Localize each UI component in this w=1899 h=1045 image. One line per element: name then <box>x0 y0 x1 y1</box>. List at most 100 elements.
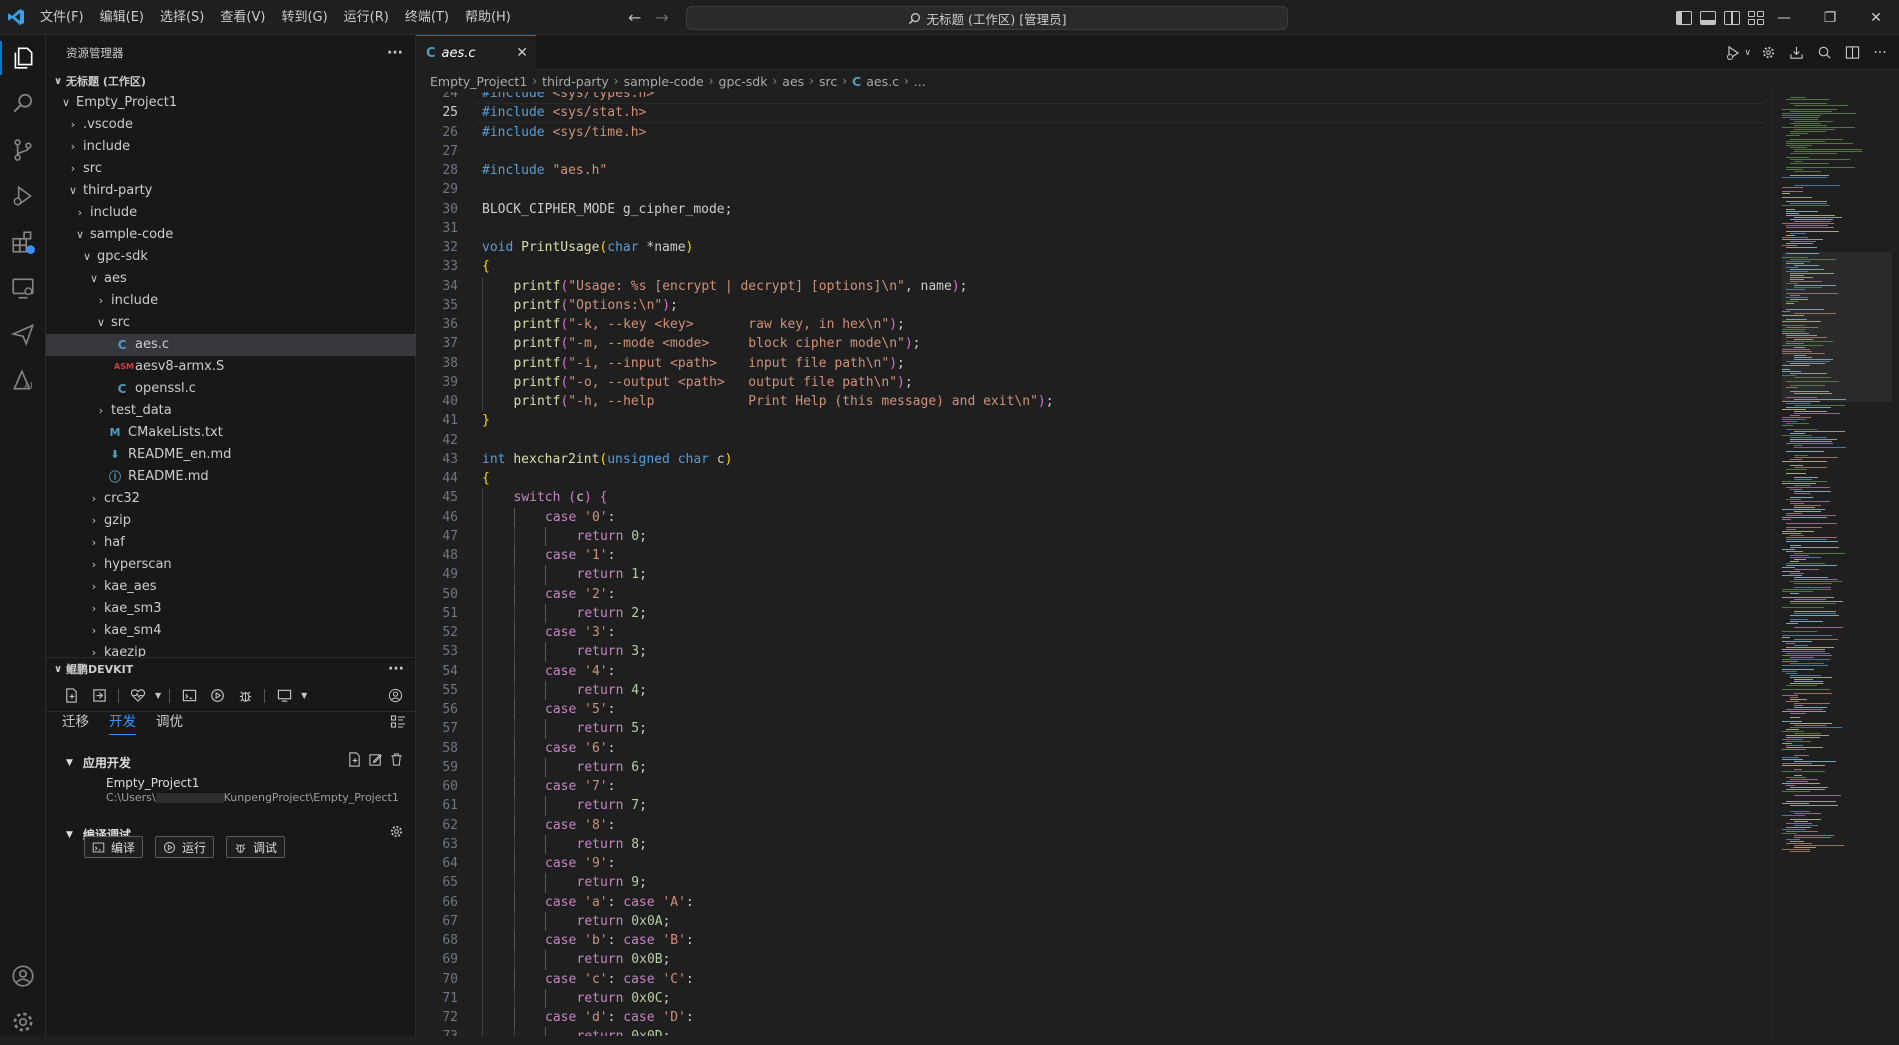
debug-button[interactable]: 调试 <box>226 836 286 858</box>
forward-arrow-icon[interactable]: → <box>655 8 668 27</box>
compile-icon[interactable] <box>178 685 200 707</box>
minimap-slider[interactable] <box>1782 252 1892 402</box>
toggle-secondary-sidebar-icon[interactable] <box>1724 10 1740 25</box>
tree-folder[interactable]: › kae_sm4 <box>46 620 416 642</box>
download-icon[interactable] <box>1785 42 1807 64</box>
minimize-window-icon[interactable]: — <box>1761 0 1807 35</box>
breadcrumb-item[interactable]: sample-code <box>624 74 704 89</box>
menu-edit[interactable]: 编辑(E) <box>92 0 152 35</box>
menu-file[interactable]: 文件(F) <box>32 0 92 35</box>
devkit-list-view-icon[interactable] <box>390 714 406 734</box>
tree-folder[interactable]: ∨ Empty_Project1 <box>46 92 416 114</box>
kunpeng-devkit-icon[interactable] <box>0 311 46 357</box>
breadcrumb-item[interactable]: third-party <box>542 74 609 89</box>
tree-folder[interactable]: ∨ gpc-sdk <box>46 246 416 268</box>
settings-gear-icon[interactable] <box>1757 42 1779 64</box>
run-debug-icon[interactable] <box>0 173 46 219</box>
code-editor[interactable]: 24 #include <sys/types.h> 25 #include <sys/… <box>416 92 1772 1036</box>
back-arrow-icon[interactable]: ← <box>628 8 641 27</box>
health-check-icon[interactable] <box>127 685 149 707</box>
run-icon[interactable] <box>206 685 228 707</box>
build-settings-gear-icon[interactable] <box>389 824 404 843</box>
tree-folder[interactable]: › test_data <box>46 400 416 422</box>
breadcrumb-item[interactable]: src <box>819 74 837 89</box>
account-icon[interactable] <box>0 953 46 999</box>
workspace-section-header[interactable]: ∨ 无标题 (工作区) <box>46 70 415 92</box>
menu-go[interactable]: 转到(G) <box>273 0 335 35</box>
menu-run[interactable]: 运行(R) <box>336 0 397 35</box>
user-login-icon[interactable] <box>384 685 406 707</box>
menu-help[interactable]: 帮助(H) <box>457 0 519 35</box>
run-debug-dropdown-icon[interactable] <box>1722 42 1744 64</box>
devkit-more-actions-icon[interactable]: ··· <box>388 661 404 677</box>
chevron-down-icon[interactable]: ▼ <box>301 691 307 700</box>
tree-file[interactable]: ASM aesv8-armx.S <box>46 356 416 378</box>
breadcrumb-item[interactable]: aes.c <box>866 74 899 89</box>
tree-file[interactable]: Copenssl.c <box>46 378 416 400</box>
command-center-search[interactable]: 无标题 (工作区) [管理员] <box>686 6 1288 30</box>
import-project-icon[interactable] <box>88 685 110 707</box>
kunpeng-ai-icon[interactable]: AI <box>0 357 46 403</box>
tree-folder[interactable]: › kae_sm3 <box>46 598 416 620</box>
more-actions-icon[interactable]: ··· <box>1869 42 1891 64</box>
breadcrumb-item[interactable]: gpc-sdk <box>719 74 768 89</box>
tree-file[interactable]: ⓘ README.md <box>46 466 416 488</box>
app-dev-section-header[interactable]: ▼ 应用开发 <box>66 754 131 771</box>
minimap[interactable] <box>1782 92 1892 1036</box>
extensions-icon[interactable] <box>0 219 46 265</box>
explorer-icon[interactable] <box>0 35 46 81</box>
toggle-primary-sidebar-icon[interactable] <box>1676 10 1692 25</box>
tree-file[interactable]: M CMakeLists.txt <box>46 422 416 444</box>
new-file-icon[interactable] <box>347 752 362 771</box>
close-tab-icon[interactable]: ✕ <box>516 45 528 61</box>
tree-folder[interactable]: › include <box>46 202 416 224</box>
tree-folder[interactable]: › kaezip <box>46 642 416 657</box>
edit-project-icon[interactable] <box>368 752 383 771</box>
editor-tab-aes-c[interactable]: C aes.c ✕ <box>416 35 536 70</box>
tree-folder[interactable]: › haf <box>46 532 416 554</box>
menu-selection[interactable]: 选择(S) <box>152 0 212 35</box>
tree-folder[interactable]: › hyperscan <box>46 554 416 576</box>
menu-view[interactable]: 查看(V) <box>212 0 273 35</box>
tree-folder[interactable]: › include <box>46 136 416 158</box>
tree-folder[interactable]: › .vscode <box>46 114 416 136</box>
remote-explorer-icon[interactable] <box>0 265 46 311</box>
tree-folder[interactable]: › src <box>46 158 416 180</box>
tree-file[interactable]: Caes.c <box>46 334 416 356</box>
split-editor-icon[interactable] <box>1841 42 1863 64</box>
source-control-icon[interactable] <box>0 127 46 173</box>
tree-folder[interactable]: › include <box>46 290 416 312</box>
build-button[interactable]: 编译 <box>84 836 144 858</box>
breadcrumb-item[interactable]: Empty_Project1 <box>430 74 527 89</box>
breadcrumb-item[interactable]: ... <box>914 74 926 89</box>
toggle-panel-icon[interactable] <box>1700 10 1716 25</box>
tree-folder[interactable]: › kae_aes <box>46 576 416 598</box>
tab-development[interactable]: 开发 <box>109 710 136 735</box>
chevron-down-icon[interactable]: ▼ <box>155 691 161 700</box>
project-name[interactable]: Empty_Project1 <box>106 776 199 790</box>
tree-folder[interactable]: ∨ aes <box>46 268 416 290</box>
search-icon[interactable] <box>0 81 46 127</box>
remote-deploy-icon[interactable] <box>273 685 295 707</box>
restore-window-icon[interactable]: ❐ <box>1807 0 1853 35</box>
tree-folder[interactable]: ∨ sample-code <box>46 224 416 246</box>
delete-trash-icon[interactable] <box>389 752 404 771</box>
tab-tuning[interactable]: 调优 <box>156 710 183 735</box>
tree-folder[interactable]: ∨ third-party <box>46 180 416 202</box>
run-button[interactable]: 运行 <box>155 836 215 858</box>
devkit-section-header[interactable]: ∨ 鲲鹏DEVKIT ··· <box>46 658 416 680</box>
close-window-icon[interactable]: ✕ <box>1853 0 1899 35</box>
chevron-down-icon[interactable]: ∨ <box>1744 48 1751 58</box>
breadcrumb-item[interactable]: aes <box>782 74 804 89</box>
explorer-more-actions-icon[interactable]: ··· <box>387 45 403 61</box>
search-icon[interactable] <box>1813 42 1835 64</box>
settings-gear-icon[interactable] <box>0 999 46 1045</box>
tree-file[interactable]: ⬇ README_en.md <box>46 444 416 466</box>
debug-bug-icon[interactable] <box>234 685 256 707</box>
tree-folder[interactable]: ∨ src <box>46 312 416 334</box>
new-project-icon[interactable] <box>60 685 82 707</box>
tree-folder[interactable]: › gzip <box>46 510 416 532</box>
menu-terminal[interactable]: 终端(T) <box>397 0 457 35</box>
tree-folder[interactable]: › crc32 <box>46 488 416 510</box>
tab-migration[interactable]: 迁移 <box>62 710 89 735</box>
